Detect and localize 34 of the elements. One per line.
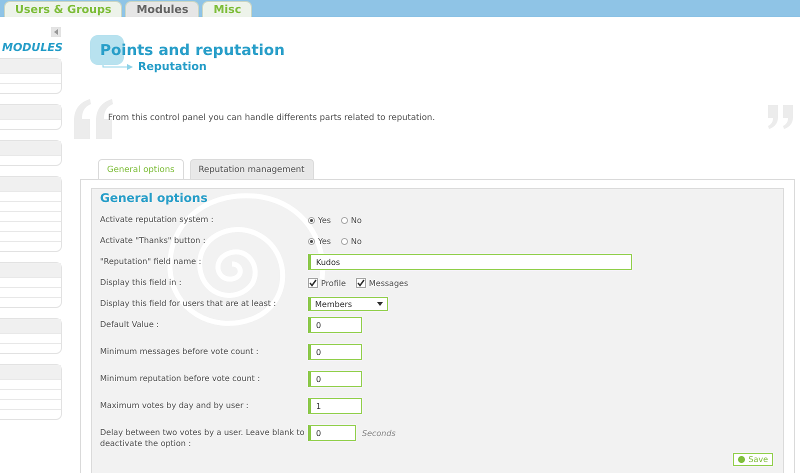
field-label: Maximum votes by day and by user :: [100, 400, 250, 411]
field-label: Delay between two votes by a user. Leave blank to deactivate the option :: [100, 427, 306, 449]
checkbox-option[interactable]: Messages: [356, 278, 408, 288]
number-field[interactable]: 1: [308, 398, 362, 414]
radio-option[interactable]: No: [340, 216, 362, 224]
field-label: "Reputation" field name :: [100, 256, 202, 267]
field-label: Minimum messages before vote count :: [100, 346, 260, 357]
section-title: General options: [100, 191, 209, 205]
unit-label: Seconds: [362, 428, 396, 438]
page-subtitle: Reputation: [138, 60, 207, 73]
field-label: Minimum reputation before vote count :: [100, 373, 262, 384]
intro-text: From this control panel you can handle differents parts related to reputation.: [108, 113, 436, 123]
sidebar-title: MODULES: [2, 41, 63, 54]
field-label: Display this field in :: [100, 277, 183, 288]
number-field[interactable]: 0: [308, 425, 356, 441]
module-tab[interactable]: Modules: [125, 1, 200, 17]
checkbox-option[interactable]: Profile: [308, 278, 346, 288]
number-field[interactable]: 0: [308, 371, 362, 387]
field-label: Default Value :: [100, 319, 160, 330]
radio-option[interactable]: Yes: [308, 236, 331, 246]
radio-option[interactable]: Yes: [308, 216, 331, 224]
select-field[interactable]: Members: [308, 297, 388, 311]
radio-option[interactable]: No: [340, 236, 362, 246]
page-title: Points and reputation: [100, 41, 286, 59]
number-field[interactable]: 0: [308, 317, 362, 333]
field-label: Display this field for users that are at least :: [100, 298, 278, 309]
number-field[interactable]: 0: [308, 344, 362, 360]
checkmark-icon: [309, 279, 317, 287]
section-tab[interactable]: Reputation management: [190, 159, 314, 179]
field-label: Activate "Thanks" button :: [100, 235, 207, 246]
text-field[interactable]: Kudos: [308, 254, 632, 270]
collapse-icon[interactable]: [51, 27, 61, 37]
checkmark-icon: [356, 279, 365, 287]
field-label: Activate reputation system :: [100, 214, 215, 225]
